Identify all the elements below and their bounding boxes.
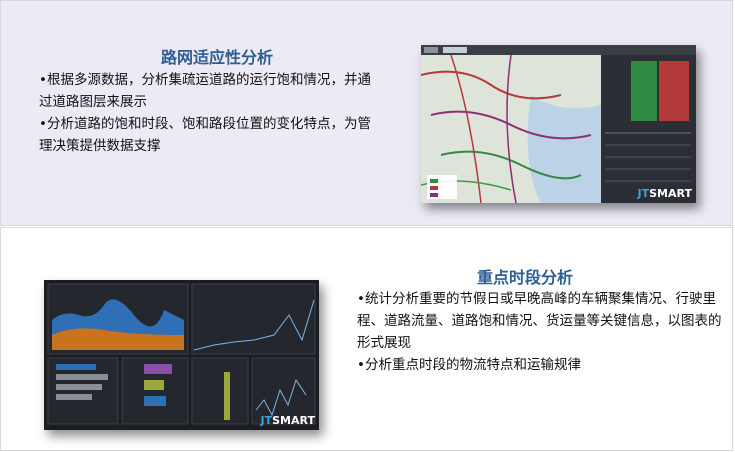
legend-swatch bbox=[430, 186, 438, 190]
section-description: •统计分析重要的节假日或早晚高峰的车辆聚集情况、行驶里程、道路流量、道路饱和情况… bbox=[357, 288, 722, 376]
legend-swatch bbox=[430, 179, 438, 183]
brand-logo: JTSMART bbox=[637, 187, 692, 200]
bullet-text: •分析重点时段的物流特点和运输规律 bbox=[357, 357, 581, 373]
dashboard-charts bbox=[47, 283, 316, 425]
brand-logo: JTSMART bbox=[260, 414, 315, 427]
status-grid bbox=[605, 61, 691, 182]
bar-mark bbox=[56, 394, 92, 400]
section-title: 重点时段分析 bbox=[477, 268, 574, 287]
grid-block bbox=[659, 61, 689, 121]
legend-swatch bbox=[430, 193, 438, 197]
road-map bbox=[421, 55, 601, 203]
toolbar-tab bbox=[424, 47, 438, 53]
bar-mark bbox=[144, 396, 166, 406]
bullet-text: •根据多源数据，分析集疏运道路的运行饱和情况，并通过道路图层来展示 bbox=[39, 72, 371, 110]
sea-area bbox=[527, 95, 601, 203]
section-description: •根据多源数据，分析集疏运道路的运行饱和情况，并通过道路图层来展示 •分析道路的… bbox=[39, 69, 384, 157]
section-title: 路网适应性分析 bbox=[161, 48, 274, 67]
bar-mark bbox=[56, 374, 108, 380]
dashboard-screenshot: JTSMART bbox=[44, 280, 319, 430]
status-panel: JTSMART bbox=[601, 55, 696, 203]
bar-mark bbox=[144, 364, 172, 374]
bar-mark bbox=[56, 384, 102, 390]
bar-mark bbox=[144, 380, 164, 390]
road-map-screenshot: JTSMART bbox=[421, 45, 696, 203]
bar-mark bbox=[56, 364, 96, 370]
toolbar-field bbox=[443, 47, 467, 53]
panel-frame bbox=[191, 283, 316, 355]
section-peak-periods: 重点时段分析 •统计分析重要的节假日或早晚高峰的车辆聚集情况、行驶里程、道路流量… bbox=[0, 227, 733, 451]
grid-block bbox=[631, 61, 657, 121]
bar-mark bbox=[224, 372, 230, 420]
section-road-network: 路网适应性分析 •根据多源数据，分析集疏运道路的运行饱和情况，并通过道路图层来展… bbox=[0, 0, 733, 226]
bullet-text: •统计分析重要的节假日或早晚高峰的车辆聚集情况、行驶里程、道路流量、道路饱和情况… bbox=[357, 291, 722, 351]
screenshot-toolbar bbox=[421, 45, 696, 55]
panel-frame bbox=[191, 357, 249, 425]
bullet-text: •分析道路的饱和时段、饱和路段位置的变化特点，为管理决策提供数据支撑 bbox=[39, 116, 371, 154]
